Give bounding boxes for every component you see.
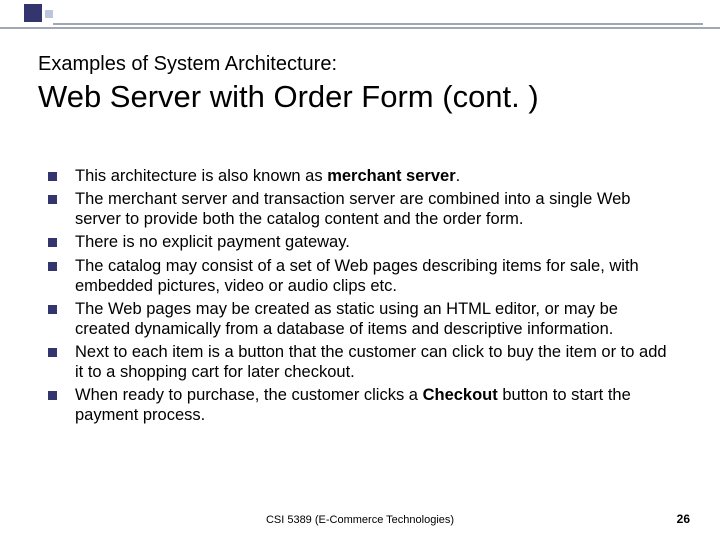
square-bullet-icon <box>48 262 57 271</box>
bullet-text: The merchant server and transaction serv… <box>75 189 676 229</box>
square-bullet-icon <box>48 172 57 181</box>
header-decoration <box>0 0 720 36</box>
square-bullet-small-icon <box>45 10 53 18</box>
page-number: 26 <box>677 512 690 526</box>
bullet-text: The Web pages may be created as static u… <box>75 299 676 339</box>
square-bullet-icon <box>48 305 57 314</box>
bullet-text: There is no explicit payment gateway. <box>75 232 676 252</box>
square-bullet-icon <box>48 391 57 400</box>
list-item: The Web pages may be created as static u… <box>48 299 676 339</box>
bullet-list: This architecture is also known as merch… <box>48 166 676 426</box>
square-bullet-large-icon <box>24 4 42 22</box>
divider-bottom <box>0 27 720 29</box>
bullet-text: When ready to purchase, the customer cli… <box>75 385 676 425</box>
list-item: The catalog may consist of a set of Web … <box>48 256 676 296</box>
list-item: There is no explicit payment gateway. <box>48 232 676 252</box>
list-item: This architecture is also known as merch… <box>48 166 676 186</box>
footer-text: CSI 5389 (E-Commerce Technologies) <box>0 514 720 526</box>
slide-body: This architecture is also known as merch… <box>48 166 676 429</box>
list-item: Next to each item is a button that the c… <box>48 342 676 382</box>
bullet-text: The catalog may consist of a set of Web … <box>75 256 676 296</box>
divider-top <box>53 23 703 25</box>
slide-supertitle: Examples of System Architecture: <box>38 52 682 77</box>
list-item: The merchant server and transaction serv… <box>48 189 676 229</box>
bullet-text: Next to each item is a button that the c… <box>75 342 676 382</box>
slide-footer: CSI 5389 (E-Commerce Technologies) 26 <box>0 514 720 526</box>
square-bullet-icon <box>48 195 57 204</box>
slide-heading: Examples of System Architecture: Web Ser… <box>38 52 682 115</box>
slide-title: Web Server with Order Form (cont. ) <box>38 79 682 115</box>
bullet-text: This architecture is also known as merch… <box>75 166 676 186</box>
square-bullet-icon <box>48 238 57 247</box>
list-item: When ready to purchase, the customer cli… <box>48 385 676 425</box>
square-bullet-icon <box>48 348 57 357</box>
